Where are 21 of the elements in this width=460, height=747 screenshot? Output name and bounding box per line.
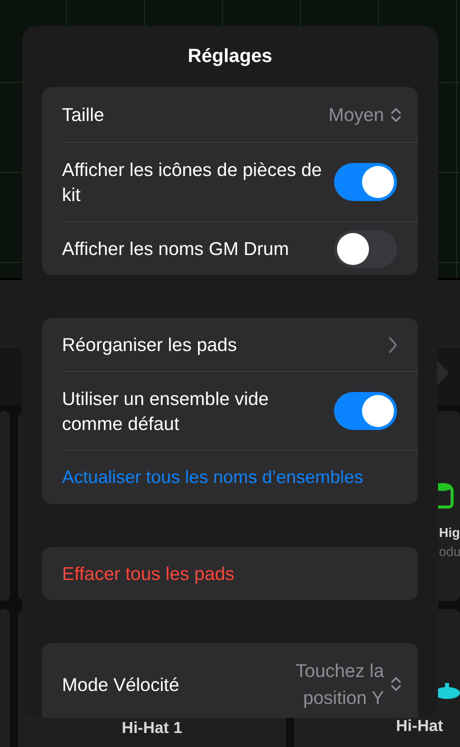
popover-title: Réglages bbox=[186, 45, 274, 69]
up-down-chevron-icon bbox=[390, 106, 402, 122]
pad-label: Hi-Hat bbox=[396, 717, 444, 737]
setting-label: Afficher les noms GM Drum bbox=[62, 237, 290, 261]
action-link[interactable]: Actualiser tous les noms d’ensembles bbox=[62, 465, 364, 490]
setting-label: Mode Vélocité bbox=[62, 672, 180, 696]
setting-label: Utiliser un ensemble vide comme défaut bbox=[62, 387, 270, 436]
select-value: Touchez la position Y bbox=[294, 659, 384, 710]
action-link[interactable]: Effacer tous les pads bbox=[62, 561, 234, 586]
toggle-switch[interactable] bbox=[334, 163, 397, 201]
setting-label: Afficher les icônes de pièces de kit bbox=[62, 158, 323, 207]
setting-label: Réorganiser les pads bbox=[62, 333, 238, 357]
pad-sublabel: odu bbox=[439, 543, 460, 561]
setting-label: Taille bbox=[62, 103, 106, 127]
toggle-switch[interactable] bbox=[334, 230, 397, 268]
pad-label: Hig bbox=[439, 524, 460, 542]
chevron-right-icon bbox=[388, 336, 398, 354]
toggle-switch[interactable] bbox=[334, 392, 397, 430]
up-down-chevron-icon bbox=[390, 676, 402, 692]
select-value: Moyen bbox=[328, 103, 384, 127]
pad-label: Hi-Hat 1 bbox=[122, 719, 182, 739]
